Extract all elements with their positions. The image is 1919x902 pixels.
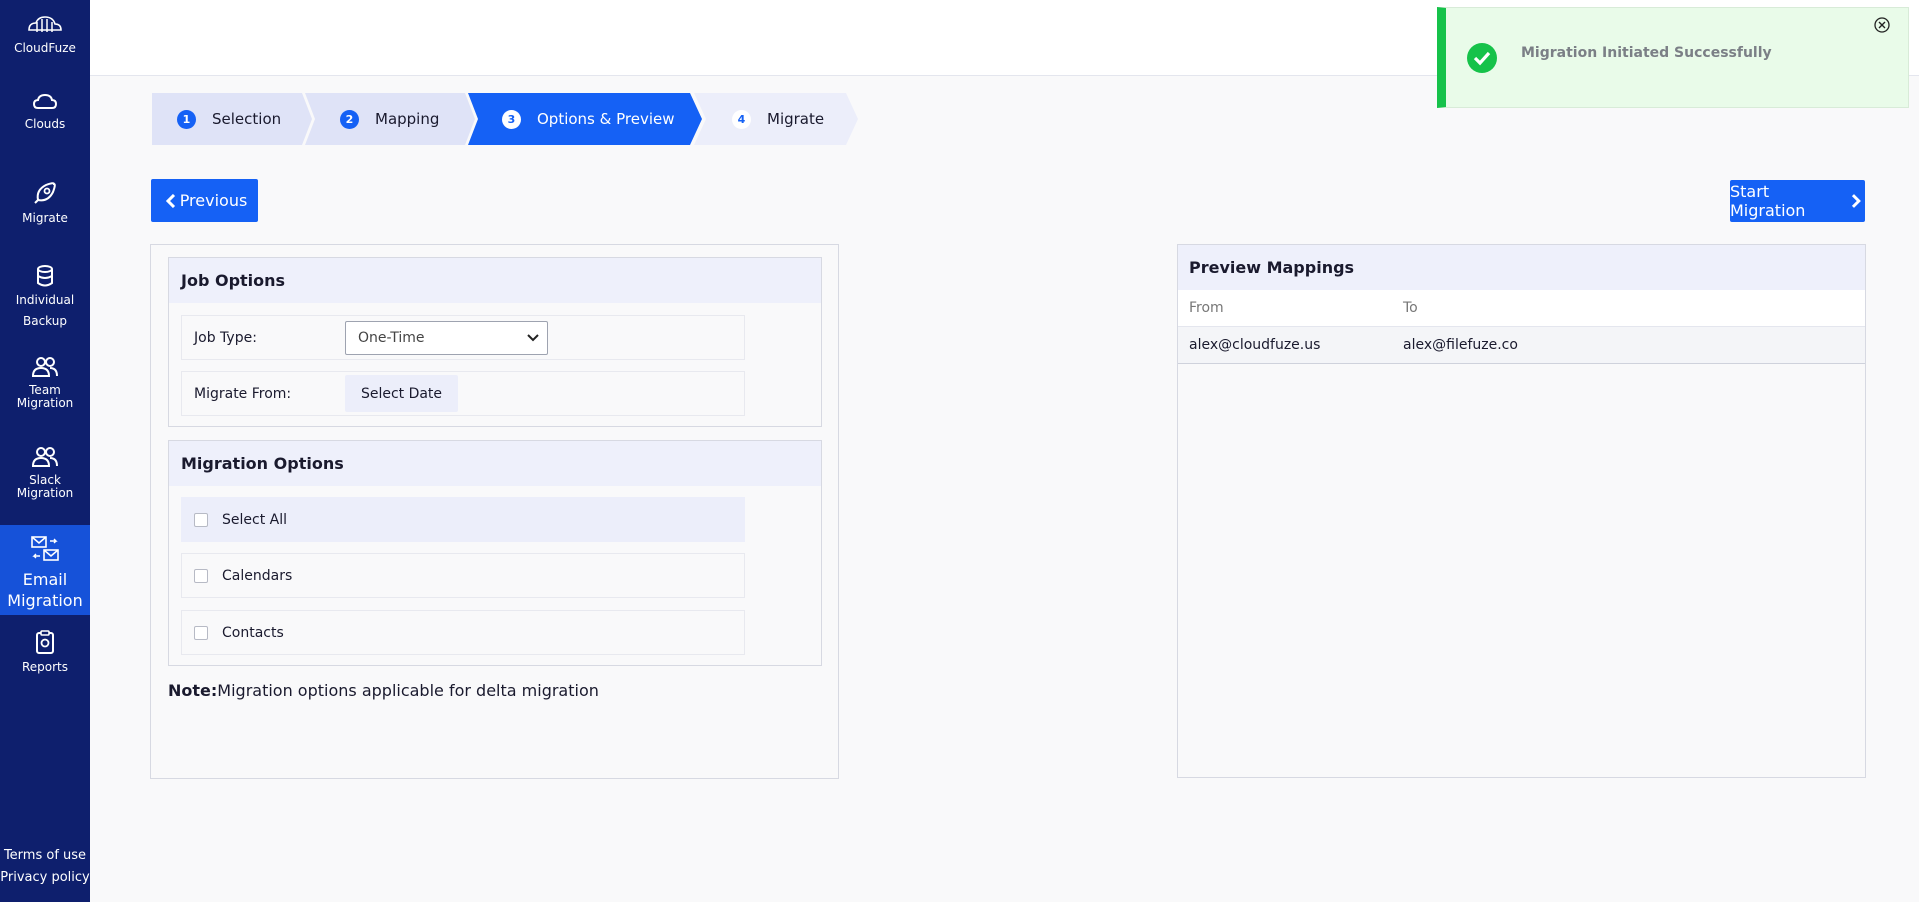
users-icon xyxy=(31,357,58,377)
nav-item-clouds[interactable]: Clouds xyxy=(0,92,90,131)
cloud-icon xyxy=(32,93,58,109)
terms-of-use-link[interactable]: Terms of use xyxy=(0,848,90,863)
step-number: 4 xyxy=(732,109,751,129)
job-options-title: Job Options xyxy=(169,258,821,303)
step-options-preview[interactable]: 3 Options & Preview xyxy=(468,93,702,145)
success-toast: Migration Initiated Successfully xyxy=(1437,7,1909,108)
job-type-select[interactable]: One-Time xyxy=(345,320,548,355)
preview-mappings-title: Preview Mappings xyxy=(1178,245,1865,290)
nav-label-line2: Migration xyxy=(16,486,74,500)
contacts-checkbox[interactable] xyxy=(194,625,208,640)
preview-mappings-panel: Preview Mappings From To alex@cloudfuze.… xyxy=(1177,244,1866,778)
close-icon[interactable] xyxy=(1874,17,1890,33)
clipboard-icon xyxy=(36,630,54,654)
column-to: To xyxy=(1403,300,1418,316)
database-icon xyxy=(37,265,53,287)
sidebar: CloudFuze Clouds Migrate Individual Backu… xyxy=(0,0,90,902)
toast-message: Migration Initiated Successfully xyxy=(1521,45,1772,61)
nav-label: Team Migration xyxy=(17,383,74,410)
step-label: Options & Preview xyxy=(537,110,675,128)
chevron-right-icon xyxy=(1852,194,1861,208)
brand-logo[interactable]: CloudFuze xyxy=(0,14,90,55)
column-from: From xyxy=(1189,300,1224,316)
nav-label: Slack Migration xyxy=(17,473,74,500)
options-panel: Job Options Job Type: One-Time Migrate F… xyxy=(150,244,839,779)
nav-label-line2: Backup xyxy=(23,314,67,328)
nav-label-line1: Individual xyxy=(15,293,75,307)
option-contacts[interactable]: Contacts xyxy=(181,610,745,655)
table-row: alex@cloudfuze.us alex@filefuze.co xyxy=(1178,327,1865,364)
step-number: 3 xyxy=(502,109,521,129)
cloudfuze-logo-icon xyxy=(28,16,62,32)
mapping-from: alex@cloudfuze.us xyxy=(1189,337,1321,353)
option-select-all[interactable]: Select All xyxy=(181,497,745,542)
nav-label: Migrate xyxy=(22,211,68,225)
users-icon xyxy=(31,447,58,467)
mapping-table-header: From To xyxy=(1178,290,1865,327)
check-circle-icon xyxy=(1467,43,1497,73)
step-label: Migrate xyxy=(767,110,825,128)
nav-label-line1: Team xyxy=(29,383,61,397)
nav-label: Clouds xyxy=(24,117,66,131)
job-type-value: One-Time xyxy=(358,329,425,346)
migration-options-title: Migration Options xyxy=(169,441,821,486)
job-options-box: Job Options Job Type: One-Time Migrate F… xyxy=(168,257,822,427)
email-transfer-icon xyxy=(31,536,59,561)
mapping-to: alex@filefuze.co xyxy=(1403,337,1518,353)
brand-name: CloudFuze xyxy=(14,41,76,55)
option-label: Calendars xyxy=(222,567,293,584)
nav-label: Email Migration xyxy=(7,570,82,610)
step-mapping[interactable]: 2 Mapping xyxy=(305,93,475,145)
nav-label-line1: Email xyxy=(22,570,68,589)
rocket-icon xyxy=(34,182,56,204)
privacy-policy-link[interactable]: Privacy policy xyxy=(0,870,90,885)
start-migration-button[interactable]: Start Migration xyxy=(1730,180,1865,222)
note-text: Migration options applicable for delta m… xyxy=(217,681,599,700)
job-type-row: Job Type: One-Time xyxy=(181,315,745,360)
step-label: Selection xyxy=(212,110,282,128)
nav-item-migrate[interactable]: Migrate xyxy=(0,180,90,225)
nav-item-email-migration[interactable]: Email Migration xyxy=(0,525,90,615)
nav-label-line2: Migration xyxy=(7,591,83,610)
nav-item-individual-backup[interactable]: Individual Backup xyxy=(0,264,90,335)
nav-item-slack-migration[interactable]: Slack Migration xyxy=(0,446,90,500)
migrate-from-label: Migrate From: xyxy=(194,385,292,402)
migration-options-box: Migration Options Select All Calendars C… xyxy=(168,440,822,666)
previous-button[interactable]: Previous xyxy=(151,179,258,222)
step-number: 1 xyxy=(177,109,196,129)
nav-label: Individual Backup xyxy=(15,293,75,329)
step-selection[interactable]: 1 Selection xyxy=(152,93,312,145)
chevron-left-icon xyxy=(165,193,175,208)
job-type-label: Job Type: xyxy=(194,329,257,346)
note-prefix: Note: xyxy=(168,681,218,700)
select-date-button[interactable]: Select Date xyxy=(345,375,458,412)
step-number: 2 xyxy=(340,109,359,129)
previous-button-label: Previous xyxy=(179,191,248,210)
nav-item-reports[interactable]: Reports xyxy=(0,629,90,674)
calendars-checkbox[interactable] xyxy=(194,568,208,583)
option-label: Select All xyxy=(222,511,287,528)
chevron-down-icon xyxy=(527,333,539,341)
migrate-from-row: Migrate From: Select Date xyxy=(181,371,745,416)
option-label: Contacts xyxy=(222,624,284,641)
nav-label-line2: Migration xyxy=(16,396,74,410)
select-all-checkbox[interactable] xyxy=(194,512,208,527)
option-calendars[interactable]: Calendars xyxy=(181,553,745,598)
delta-note: Note:Migration options applicable for de… xyxy=(168,681,599,700)
nav-label-line1: Slack xyxy=(29,473,61,487)
nav-item-team-migration[interactable]: Team Migration xyxy=(0,356,90,410)
nav-label: Reports xyxy=(21,660,69,674)
step-label: Mapping xyxy=(375,110,440,128)
step-migrate[interactable]: 4 Migrate xyxy=(694,93,858,145)
start-migration-label: Start Migration xyxy=(1730,182,1806,220)
